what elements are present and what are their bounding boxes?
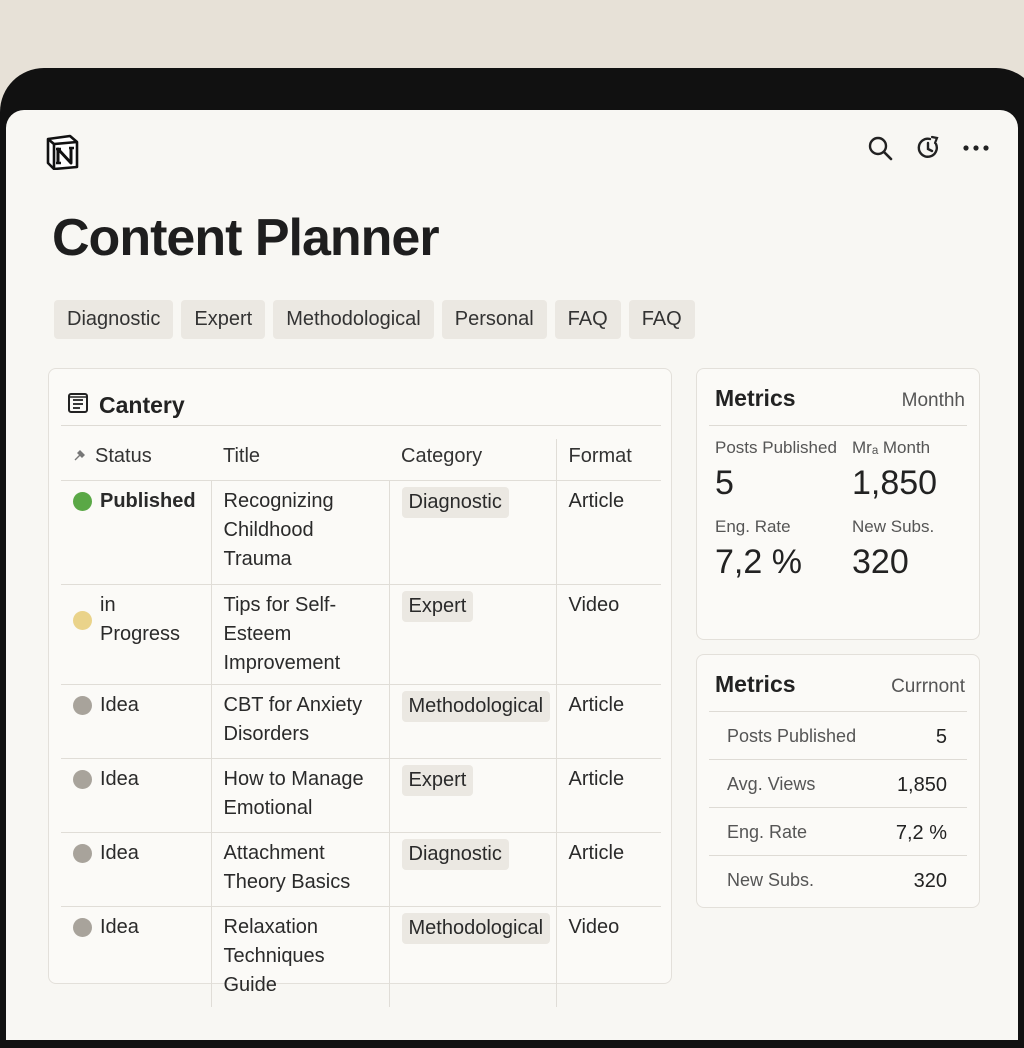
metrics-card-title: Metrics [715, 671, 796, 697]
search-icon[interactable] [866, 134, 894, 162]
kpi-label: Eng. Rate [715, 517, 791, 536]
kpi-value: 7,2 % [715, 543, 802, 581]
metric-label: Avg. Views [727, 774, 816, 794]
status-dot [73, 918, 92, 937]
row-title[interactable]: Attachment Theory Basics [210, 832, 389, 907]
metrics-card-title: Metrics [715, 385, 796, 411]
kpi-eng-rate: Eng. Rate 7,2 % [715, 517, 840, 582]
column-header-status-label: Status [95, 445, 152, 467]
status-label: Idea [100, 768, 139, 790]
database-icon [67, 392, 89, 419]
status-label: in Progress [100, 594, 181, 645]
metrics-card-monthly: Metrics Monthh Posts Published 5 Mrₐ Mon… [696, 368, 980, 640]
metric-value: 320 [913, 870, 947, 892]
status-dot [73, 492, 92, 511]
more-icon[interactable] [962, 134, 990, 162]
status-dot [73, 770, 92, 789]
row-format: Article [555, 832, 661, 907]
column-header-format[interactable]: Format [555, 439, 661, 481]
status-label: Idea [100, 842, 139, 864]
metrics-card-current: Metrics Currnont Posts Published 5 Avg. … [696, 654, 980, 908]
category-chip[interactable]: Methodological [401, 691, 551, 722]
column-header-category[interactable]: Category [389, 439, 556, 481]
kpi-label: Posts Published [715, 438, 837, 457]
status-label: Idea [100, 694, 139, 716]
row-title[interactable]: How to Manage Emotional [210, 758, 389, 833]
status-label: Published [100, 490, 196, 512]
row-title[interactable]: Recognizing Childhood Trauma [210, 480, 389, 585]
metric-label: Posts Published [727, 726, 857, 746]
category-chip[interactable]: Methodological [401, 913, 551, 944]
row-format: Article [555, 758, 661, 833]
table-row[interactable]: Idea Relaxation Techniques Guide Methodo… [61, 906, 661, 1007]
status-dot [73, 844, 92, 863]
table-row[interactable]: Idea How to Manage Emotional Expert Arti… [61, 758, 661, 833]
row-title[interactable]: CBT for Anxiety Disorders [210, 684, 389, 759]
metric-value: 5 [935, 726, 947, 748]
row-title[interactable]: Relaxation Techniques Guide [210, 906, 389, 1007]
database-divider [61, 425, 661, 426]
notion-logo[interactable] [44, 134, 80, 171]
metrics-period[interactable]: Monthh [902, 390, 965, 412]
category-chip[interactable]: Expert [401, 765, 474, 796]
metric-value: 1,850 [896, 774, 947, 796]
metric-row: New Subs. 320 [709, 856, 967, 903]
row-title[interactable]: Tips for Self-Esteem Improvement [210, 584, 389, 685]
table-row[interactable]: in Progress Tips for Self-Esteem Improve… [61, 584, 661, 685]
category-chip[interactable]: Diagnostic [401, 839, 509, 870]
metric-value: 7,2 % [895, 822, 947, 844]
kpi-posts-published: Posts Published 5 [715, 438, 840, 503]
status-dot [73, 610, 92, 630]
metric-row: Posts Published 5 [709, 712, 967, 760]
table-row[interactable]: Idea CBT for Anxiety Disorders Methodolo… [61, 684, 661, 759]
status-label: Idea [100, 916, 139, 938]
pin-icon [73, 442, 87, 471]
metric-row: Avg. Views 1,850 [709, 760, 967, 808]
app-window: Content Planner Diagnostic Expert Method… [6, 110, 1018, 1040]
tag-expert[interactable]: Expert [181, 300, 266, 339]
column-header-status[interactable]: Status [61, 439, 211, 481]
row-format: Article [555, 684, 661, 759]
kpi-value: 1,850 [852, 464, 938, 502]
content-database: Cantery Status Title Category Format Pub… [48, 368, 672, 1007]
metrics-period[interactable]: Currnont [891, 676, 965, 698]
updates-icon[interactable] [914, 134, 942, 162]
kpi-value: 320 [852, 543, 909, 581]
table-row[interactable]: Published Recognizing Childhood Trauma D… [61, 480, 661, 585]
metric-row: Eng. Rate 7,2 % [709, 808, 967, 856]
kpi-label: New Subs. [852, 517, 935, 536]
tag-personal[interactable]: Personal [441, 300, 547, 339]
metric-label: Eng. Rate [727, 822, 808, 842]
tag-faq[interactable]: FAQ [554, 300, 621, 339]
page-title: Content Planner [52, 209, 440, 267]
content-table: Status Title Category Format Published R… [61, 439, 661, 1007]
category-chip[interactable]: Expert [401, 591, 474, 622]
tag-diagnostic[interactable]: Diagnostic [54, 300, 174, 339]
row-format: Video [555, 584, 661, 685]
table-row[interactable]: Idea Attachment Theory Basics Diagnostic… [61, 832, 661, 907]
kpi-value: 5 [715, 464, 734, 502]
row-format: Video [555, 906, 661, 1007]
tag-methodological[interactable]: Methodological [273, 300, 434, 339]
kpi-label: Mrₐ Month [852, 438, 931, 457]
kpi-new-subs: New Subs. 320 [840, 517, 965, 582]
column-header-title[interactable]: Title [211, 439, 389, 481]
metric-label: New Subs. [727, 870, 815, 890]
metrics-list: Posts Published 5 Avg. Views 1,850 Eng. … [709, 712, 979, 903]
top-actions [866, 134, 990, 162]
tag-bar: Diagnostic Expert Methodological Persona… [54, 300, 695, 339]
kpi-grid: Posts Published 5 Mrₐ Month 1,850 Eng. R… [697, 426, 979, 582]
tag-faq-2[interactable]: FAQ [628, 300, 695, 339]
kpi-month: Mrₐ Month 1,850 [840, 438, 965, 503]
database-title[interactable]: Cantery [99, 392, 185, 419]
database-header: Cantery [49, 369, 671, 425]
category-chip[interactable]: Diagnostic [401, 487, 509, 518]
row-format: Article [555, 480, 661, 585]
status-dot [73, 696, 92, 715]
